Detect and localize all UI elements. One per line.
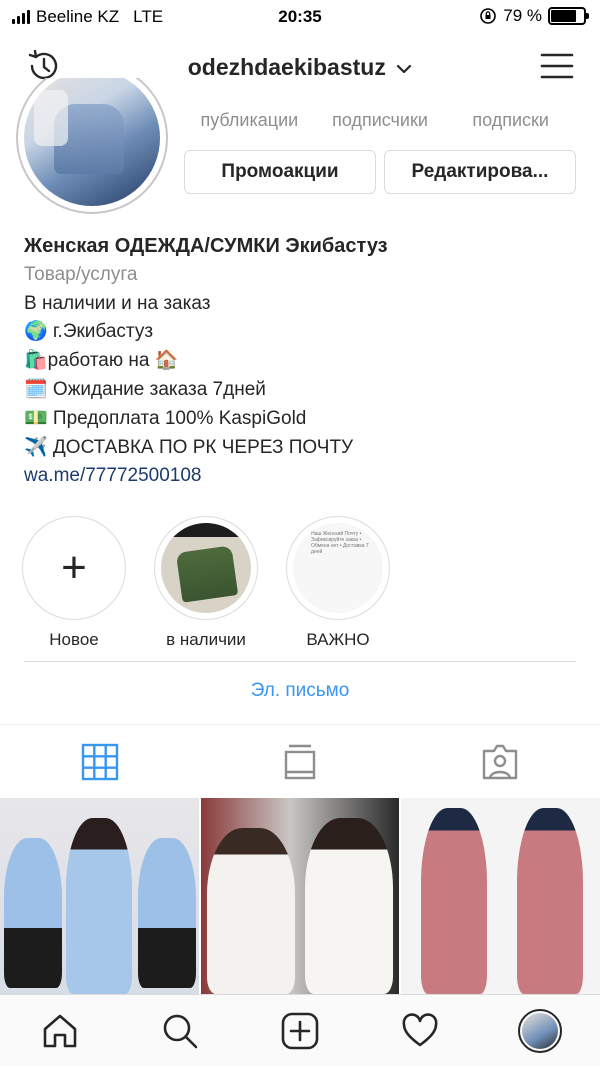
- highlight-in-stock[interactable]: в наличии: [154, 516, 258, 650]
- plus-icon: +: [61, 543, 87, 592]
- stat-label: подписки: [472, 110, 549, 130]
- edit-profile-button[interactable]: Редактирова...: [384, 150, 576, 194]
- highlight-label: Новое: [49, 630, 99, 649]
- highlight-label: в наличии: [166, 630, 246, 649]
- stat-label: публикации: [200, 110, 299, 130]
- posts-grid: [0, 798, 600, 994]
- bio-line: 🗓️ Ожидание заказа 7дней: [24, 378, 266, 400]
- stat-posts[interactable]: публикации: [184, 110, 315, 131]
- bio-line: В наличии и на заказ: [24, 292, 211, 314]
- email-button[interactable]: Эл. письмо: [0, 680, 600, 702]
- stat-following[interactable]: подписки: [445, 110, 576, 131]
- nav-activity[interactable]: [360, 995, 480, 1066]
- highlight-circle: [154, 516, 258, 620]
- highlight-thumbnail: [161, 523, 251, 613]
- profile-tabs: [0, 726, 600, 798]
- tagged-icon: [482, 744, 518, 780]
- nav-profile[interactable]: [480, 995, 600, 1066]
- highlight-new[interactable]: + Новое: [22, 516, 126, 650]
- nav-home[interactable]: [0, 995, 120, 1066]
- search-icon: [163, 1014, 198, 1048]
- divider: [0, 724, 600, 725]
- highlight-thumb-text: Наш Женский Почту • Зафиксируйте заказ •…: [311, 531, 369, 555]
- story-highlights: + Новое в наличии Наш Женский Почту • За…: [22, 516, 390, 650]
- post-thumbnail[interactable]: [0, 798, 199, 994]
- profile-bio: Женская ОДЕЖДА/СУМКИ Экибастуз Товар/усл…: [24, 232, 584, 491]
- avatar-image: [24, 78, 160, 206]
- home-icon: [43, 1014, 77, 1047]
- divider: [24, 661, 576, 662]
- profile-avatar: [518, 1008, 562, 1053]
- highlight-circle: Наш Женский Почту • Зафиксируйте заказ •…: [286, 516, 390, 620]
- bio-line: 🌍 г.Экибастуз: [24, 321, 154, 343]
- new-post-icon: [281, 1012, 319, 1049]
- post-thumbnail[interactable]: [200, 798, 400, 994]
- heart-icon: [402, 1012, 438, 1046]
- profile-name: Женская ОДЕЖДА/СУМКИ Экибастуз: [24, 235, 388, 257]
- stat-label: подписчики: [332, 110, 428, 130]
- avatar-ring: [16, 78, 168, 214]
- bio-line: 💵 Предоплата 100% KaspiGold: [24, 407, 307, 429]
- orientation-lock-icon: [480, 8, 497, 24]
- highlight-circle: +: [22, 516, 126, 620]
- username: odezhdaekibastuz: [187, 54, 386, 80]
- feed-icon: [284, 744, 316, 780]
- tab-feed[interactable]: [200, 726, 400, 798]
- chevron-down-icon: [397, 64, 412, 74]
- stat-followers[interactable]: подписчики: [315, 110, 446, 131]
- highlight-important[interactable]: Наш Женский Почту • Зафиксируйте заказ •…: [286, 516, 390, 650]
- highlight-thumbnail: Наш Женский Почту • Зафиксируйте заказ •…: [293, 523, 383, 613]
- hamburger-menu-icon[interactable]: [540, 52, 574, 80]
- highlight-label: ВАЖНО: [306, 630, 370, 649]
- nav-search[interactable]: [120, 995, 240, 1066]
- bottom-navigation: [0, 994, 600, 1066]
- battery-percent: 79 %: [503, 6, 542, 25]
- nav-new-post[interactable]: [240, 995, 360, 1066]
- profile-category: Товар/услуга: [24, 263, 138, 285]
- status-right: 79 %: [479, 6, 589, 26]
- status-bar: Beeline KZ LTE 20:35 79 %: [0, 0, 600, 34]
- battery-icon: [548, 7, 589, 25]
- bio-line: ✈️ ДОСТАВКА ПО РК ЧЕРЕЗ ПОЧТУ: [24, 436, 354, 458]
- bio-line: 🛍️работаю на 🏠: [24, 350, 179, 372]
- tab-tagged[interactable]: [400, 726, 600, 798]
- post-thumbnail[interactable]: [401, 798, 600, 994]
- profile-avatar[interactable]: [16, 78, 168, 214]
- profile-stats: публикации подписчики подписки: [184, 110, 576, 131]
- bio-link[interactable]: wa.me/77772500108: [24, 462, 584, 491]
- username-switcher[interactable]: odezhdaekibastuz: [0, 54, 600, 81]
- grid-icon: [81, 743, 119, 781]
- promotions-button[interactable]: Промоакции: [184, 150, 376, 194]
- tab-grid[interactable]: [0, 726, 200, 798]
